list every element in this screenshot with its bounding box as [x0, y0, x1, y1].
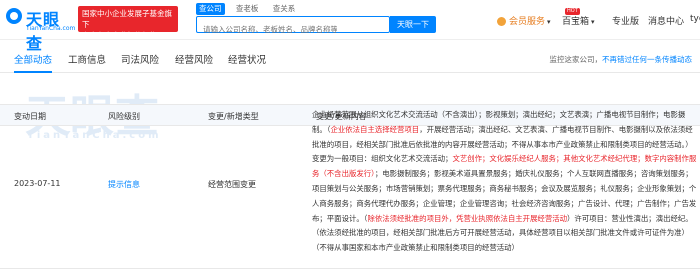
- hot-badge: HOT: [565, 8, 580, 15]
- col-date-header: 变动日期: [14, 112, 46, 121]
- box-label: 百宝箱: [562, 17, 590, 27]
- logo-subtext: TianYanCha.com: [26, 25, 76, 32]
- tab-operational-status[interactable]: 经营状况: [228, 52, 266, 66]
- user-menu[interactable]: tyc5t3...: [690, 14, 700, 24]
- monitor-link[interactable]: 不再错过任何一条传播动态: [602, 55, 692, 64]
- eye-logo-icon: [6, 8, 22, 24]
- table-row: 2023-07-11 提示信息 经营范围变更 企业经营范围从组织文化艺术交流活动…: [0, 110, 700, 269]
- change-type: 经营范围变更: [208, 180, 256, 189]
- vip-label: 会员服务: [509, 17, 546, 27]
- change-date: 2023-07-11: [14, 179, 61, 188]
- search-input[interactable]: [197, 22, 337, 37]
- tab-judicial-risk[interactable]: 司法风险: [121, 52, 159, 66]
- notice-line-1: 国家中小企业发展子基金旗下: [82, 9, 172, 29]
- col-risk-header: 风险级别: [108, 112, 140, 121]
- monitor-prefix: 监控这家公司，: [549, 55, 603, 64]
- content-segment: 企业依法自主选择经营项目: [330, 124, 420, 134]
- pro-version-link[interactable]: 专业版: [612, 14, 639, 27]
- search-tab-boss[interactable]: 查老板: [233, 3, 262, 15]
- risk-level[interactable]: 提示信息: [108, 179, 140, 190]
- monitor-prompt: 监控这家公司，不再错过任何一条传播动态: [550, 54, 693, 65]
- official-notice-badge: 国家中小企业发展子基金旗下 官方备案企业征信机构: [78, 6, 178, 40]
- search-type-tabs: 查公司 查老板 查关系: [196, 3, 304, 15]
- tab-operational-risk[interactable]: 经营风险: [175, 52, 213, 66]
- tab-business-info[interactable]: 工商信息: [68, 52, 106, 66]
- chevron-down-icon: ▾: [547, 18, 551, 26]
- search-tab-company[interactable]: 查公司: [196, 3, 225, 15]
- top-navigation-bar: 天眼查 TianYanCha.com 国家中小企业发展子基金旗下 官方备案企业征…: [0, 0, 700, 53]
- search-tab-relation[interactable]: 查关系: [270, 3, 299, 15]
- tab-all-dynamics[interactable]: 全部动态: [14, 52, 53, 73]
- change-content: 企业经营范围从组织文化艺术交流活动（不含演出）；影视策划；演出经纪；文艺表演；广…: [312, 108, 697, 256]
- chevron-down-icon: ▾: [591, 18, 595, 26]
- content-segment: 除依法须经批准的项目外，凭营业执照依法自主开展经营活动: [367, 213, 567, 223]
- message-label: 消息中心: [648, 17, 685, 27]
- tianyancha-logo[interactable]: 天眼查 TianYanCha.com: [6, 6, 76, 53]
- message-center-link[interactable]: 消息中心: [648, 14, 684, 27]
- search-box: [196, 16, 390, 37]
- col-type-header: 变更/新增类型: [208, 112, 259, 121]
- vip-crown-icon: [497, 17, 506, 26]
- user-label: tyc5t3...: [690, 14, 700, 24]
- search-button[interactable]: 天眼一下: [390, 16, 436, 33]
- dynamic-category-tabs: 全部动态 工商信息 司法风险 经营风险 经营状况 监控这家公司，不再错过任何一条…: [0, 43, 700, 73]
- vip-service-link[interactable]: 会员服务 ▾: [497, 14, 551, 27]
- notice-line-2: 官方备案企业征信机构: [82, 31, 157, 40]
- treasure-box-link[interactable]: 百宝箱 ▾: [562, 14, 595, 27]
